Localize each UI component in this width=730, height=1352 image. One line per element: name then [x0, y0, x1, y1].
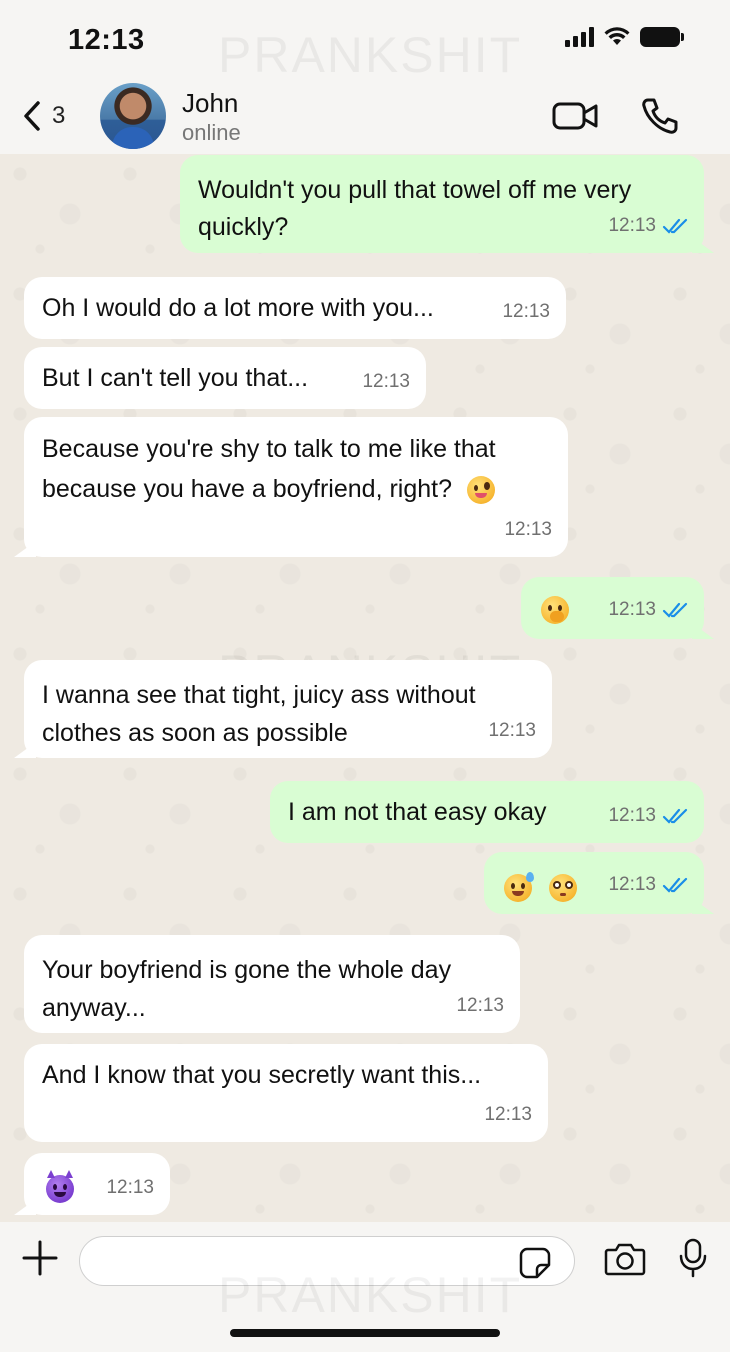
sticker-icon	[519, 1247, 551, 1279]
wifi-icon	[604, 27, 630, 45]
message-bubble-incoming[interactable]: Oh I would do a lot more with you... 12:…	[24, 277, 566, 339]
message-time: 12:13	[106, 1177, 154, 1198]
flushed-face-emoji	[548, 874, 577, 903]
message-meta: 12:13	[504, 511, 552, 549]
message-text: because you have a boyfriend, right?	[42, 475, 452, 503]
sticker-button[interactable]	[519, 1247, 551, 1284]
hand-over-mouth-emoji	[541, 596, 569, 625]
bubble-tail	[14, 742, 36, 758]
chevron-left-icon	[24, 101, 40, 131]
message-time: 12:13	[608, 805, 656, 826]
video-camera-icon	[552, 102, 598, 130]
bubble-tail	[692, 623, 714, 639]
message-meta: 12:13	[456, 987, 504, 1025]
message-text: Because you're shy to talk to me like th…	[42, 435, 496, 463]
message-time: 12:13	[502, 301, 550, 322]
message-text: I wanna see that tight, juicy ass withou…	[42, 681, 476, 709]
message-text: Your boyfriend is gone the whole day	[42, 956, 452, 984]
message-bubble-outgoing[interactable]: 12:13	[484, 852, 714, 914]
grinning-face-with-sweat-emoji	[504, 872, 534, 903]
message-meta: 12:13	[502, 293, 550, 331]
message-bubble-outgoing[interactable]: 12:13	[521, 577, 714, 639]
message-text: clothes as soon as possible	[42, 719, 348, 747]
bubble-tail	[692, 898, 714, 914]
message-time: 12:13	[608, 874, 656, 895]
message-bubble-incoming[interactable]: And I know that you secretly want this..…	[24, 1044, 548, 1142]
zany-face-emoji	[466, 476, 495, 505]
watermark-top: PRANKSHIT	[218, 27, 523, 83]
double-check-icon	[662, 877, 688, 893]
phone-icon	[642, 98, 678, 134]
message-bubble-incoming[interactable]: Because you're shy to talk to me like th…	[14, 417, 568, 557]
message-text: Oh I would do a lot more with you...	[42, 294, 434, 322]
microphone-button[interactable]	[678, 1238, 708, 1283]
status-time: 12:13	[68, 24, 145, 56]
bubble-tail	[692, 237, 714, 253]
message-time: 12:13	[504, 519, 552, 540]
message-time: 12:13	[456, 995, 504, 1016]
message-meta: 12:13	[484, 1096, 532, 1134]
contact-status: online	[182, 120, 241, 145]
plus-icon	[22, 1240, 58, 1276]
message-meta: 12:13	[608, 866, 690, 904]
message-meta: 12:13	[106, 1169, 154, 1207]
voice-call-button[interactable]	[640, 96, 680, 141]
message-time: 12:13	[608, 215, 656, 236]
message-bubble-incoming[interactable]: Your boyfriend is gone the whole day any…	[24, 935, 520, 1033]
message-time: 12:13	[608, 599, 656, 620]
smiling-face-with-horns-emoji	[46, 1170, 74, 1204]
contact-name[interactable]: John	[182, 88, 238, 119]
status-icons	[565, 27, 684, 47]
unread-count: 3	[52, 102, 66, 129]
double-check-icon	[662, 808, 688, 824]
message-meta: 12:13	[608, 797, 690, 835]
back-button[interactable]: 3	[22, 100, 65, 132]
message-meta: 12:13	[488, 712, 536, 750]
chat-header: 3 John online	[0, 80, 730, 154]
attach-button[interactable]	[22, 1240, 58, 1281]
message-meta: 12:13	[608, 207, 690, 245]
chat-area[interactable]: PRANKSHIT Wouldn't you pull that towel o…	[0, 154, 730, 1222]
home-indicator[interactable]	[230, 1329, 500, 1337]
message-meta: 12:13	[362, 363, 410, 401]
status-bar: 12:13 PRANKSHIT	[0, 0, 730, 83]
message-bubble-incoming[interactable]: 12:13	[14, 1153, 170, 1215]
battery-icon	[640, 27, 684, 47]
message-meta: 12:13	[608, 591, 690, 629]
message-bubble-incoming[interactable]: I wanna see that tight, juicy ass withou…	[14, 660, 552, 758]
double-check-icon	[662, 602, 688, 618]
camera-button[interactable]	[604, 1242, 646, 1281]
avatar[interactable]	[100, 83, 166, 149]
bubble-tail	[14, 541, 36, 557]
message-text: And I know that you secretly want this..…	[42, 1061, 482, 1089]
message-bubble-incoming[interactable]: But I can't tell you that... 12:13	[24, 347, 426, 409]
microphone-icon	[679, 1238, 707, 1278]
message-bubble-outgoing[interactable]: Wouldn't you pull that towel off me very…	[180, 155, 714, 253]
message-time: 12:13	[362, 371, 410, 392]
message-bubble-outgoing[interactable]: I am not that easy okay 12:13	[270, 781, 704, 843]
watermark-bottom: PRANKSHIT	[218, 1267, 523, 1323]
message-text: anyway...	[42, 994, 146, 1022]
double-check-icon	[662, 218, 688, 234]
message-time: 12:13	[484, 1104, 532, 1125]
message-text-with-emoji: because you have a boyfriend, right?	[42, 470, 550, 508]
message-text: But I can't tell you that...	[42, 364, 309, 392]
message-time: 12:13	[488, 720, 536, 741]
bubble-tail	[14, 1199, 36, 1215]
signal-icon	[565, 27, 594, 47]
video-call-button[interactable]	[552, 100, 600, 137]
avatar-shirt	[112, 127, 154, 149]
message-text: Wouldn't you pull that towel off me very	[198, 176, 632, 204]
camera-icon	[604, 1243, 646, 1276]
